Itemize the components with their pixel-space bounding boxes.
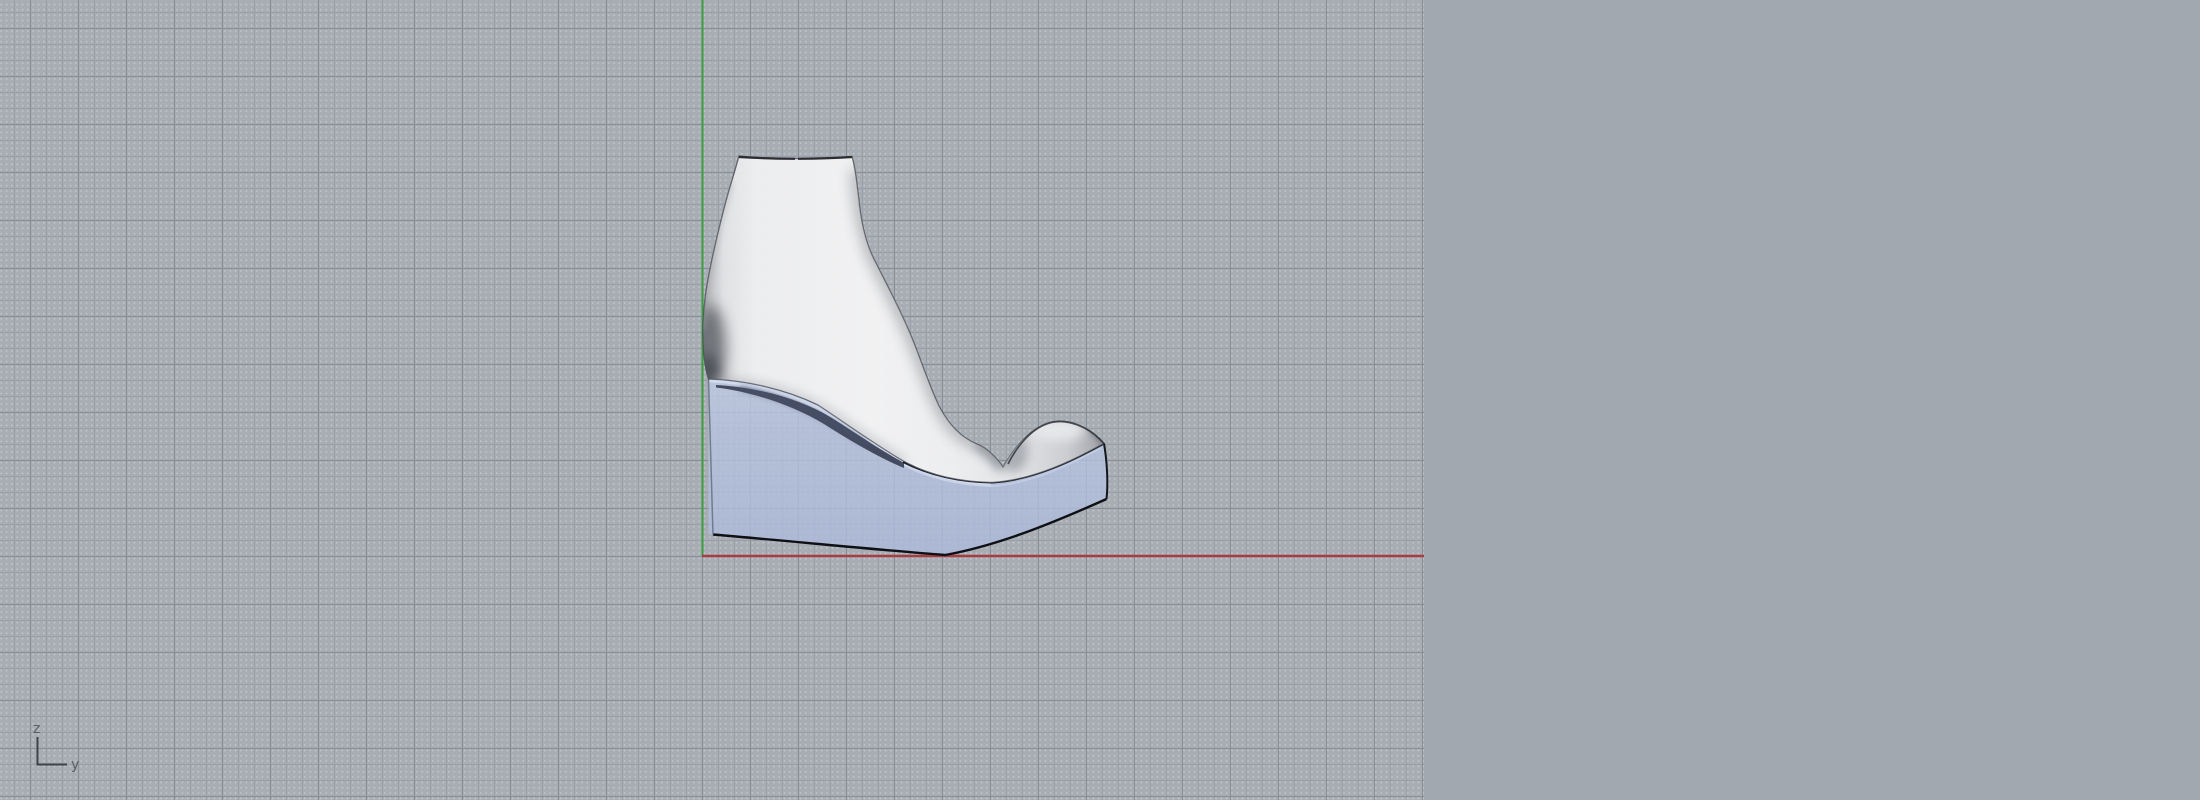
axis-gizmo: z y <box>33 721 79 773</box>
axis-gizmo-lines <box>38 737 68 765</box>
axis-gizmo-z-label: z <box>33 721 40 737</box>
scene-svg: z y <box>0 0 2200 800</box>
viewport-3d[interactable]: z y <box>0 0 2200 800</box>
axis-gizmo-y-label: y <box>71 757 79 773</box>
